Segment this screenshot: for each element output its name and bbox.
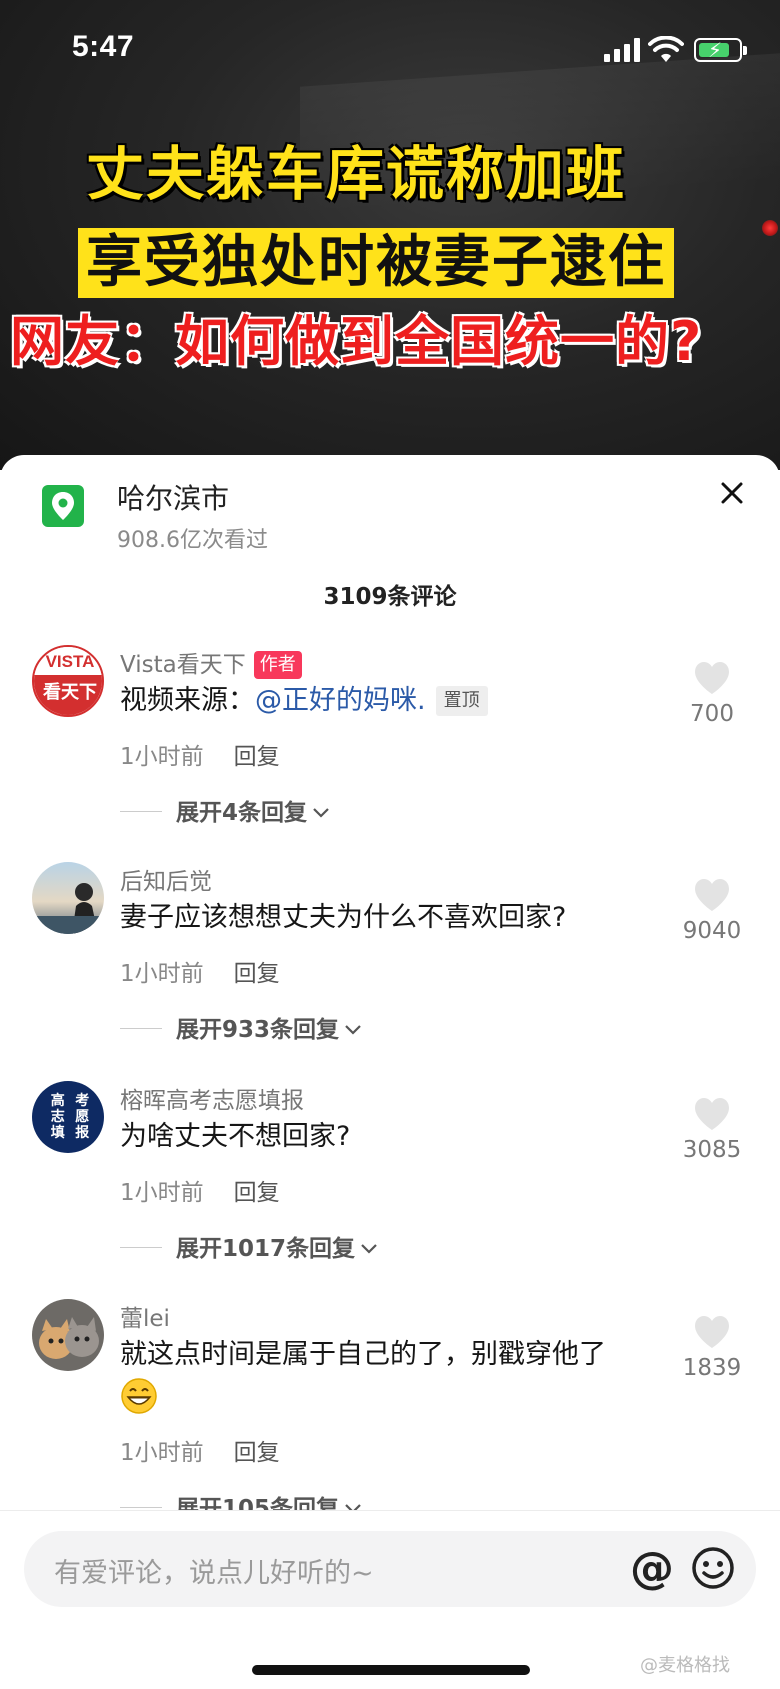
avatar-logo-bottom: 看天下: [34, 675, 102, 715]
avatar-char: 报: [75, 1125, 90, 1141]
avatar-cats-photo: [39, 1317, 99, 1359]
avatar-logo-top: VISTA: [34, 647, 102, 675]
avatar-char: 填: [50, 1125, 65, 1141]
location-name[interactable]: 哈尔滨市: [117, 477, 229, 517]
like-count: 3085: [682, 1137, 742, 1163]
reply-button[interactable]: 回复: [234, 744, 280, 770]
comment-input-bar: 有爱评论，说点儿好听的~ @ @麦格格找: [0, 1510, 780, 1689]
reply-button[interactable]: 回复: [234, 1440, 280, 1466]
wifi-icon: [648, 36, 684, 62]
smiley-icon[interactable]: [690, 1545, 736, 1591]
comment-time: 1小时前: [120, 961, 204, 987]
expand-label[interactable]: 展开1017条回复: [176, 1236, 355, 1262]
heart-icon: [695, 879, 729, 911]
username-text[interactable]: Vista看天下: [120, 652, 246, 678]
comment-time: 1小时前: [120, 744, 204, 770]
at-mention-icon[interactable]: @: [630, 1545, 674, 1593]
like-button[interactable]: 9040: [664, 878, 760, 944]
comment-meta: 1小时前 回复: [120, 737, 280, 771]
chevron-down-icon: [345, 1025, 361, 1035]
divider: [120, 811, 162, 812]
headline-line-3: 网友：如何做到全国统一的?: [10, 310, 703, 373]
comment-username[interactable]: Vista看天下 作者: [120, 645, 302, 679]
avatar-char: 志: [50, 1109, 65, 1125]
chevron-down-icon: [313, 808, 329, 818]
heart-icon: [695, 1316, 729, 1348]
reply-button[interactable]: 回复: [234, 1180, 280, 1206]
location-views: 908.6亿次看过: [117, 528, 268, 553]
like-count: 1839: [682, 1355, 742, 1381]
status-time: 5:47: [72, 30, 135, 63]
avatar[interactable]: 高 考 志 愿 填 报: [32, 1081, 104, 1153]
heart-icon: [695, 1098, 729, 1130]
mention-link[interactable]: @正好的妈咪.: [255, 685, 426, 716]
home-indicator[interactable]: [252, 1665, 530, 1675]
headline-line-1: 丈夫躲车库谎称加班: [86, 140, 627, 208]
like-button[interactable]: 700: [664, 661, 760, 727]
grinning-emoji-icon: [121, 1378, 157, 1414]
comment-text-prefix: 视频来源：: [120, 685, 255, 716]
expand-label[interactable]: 展开933条回复: [176, 1017, 339, 1043]
comment-username[interactable]: 榕晖高考志愿填报: [120, 1081, 304, 1115]
divider: [120, 1028, 162, 1029]
avatar-char: 考: [75, 1093, 90, 1109]
avatar[interactable]: [32, 1299, 104, 1371]
video-player[interactable]: 5:47 ⚡ 丈夫躲车库谎称加班 享受独处时被妻子逮住 网友：如何做到全国统一的…: [0, 0, 780, 470]
comment-input[interactable]: 有爱评论，说点儿好听的~ @: [24, 1531, 756, 1607]
like-count: 700: [690, 701, 734, 727]
divider: [120, 1247, 162, 1248]
comment-text-body: 就这点时间是属于自己的了，别戳穿他了: [120, 1339, 606, 1370]
expand-replies-button[interactable]: 展开1017条回复: [120, 1229, 379, 1263]
comment-text: 视频来源：@正好的妈咪. 置顶: [120, 681, 680, 721]
comment-time: 1小时前: [120, 1180, 204, 1206]
comment-meta: 1小时前 回复: [120, 1433, 280, 1467]
comment-text: 就这点时间是属于自己的了，别戳穿他了: [120, 1335, 680, 1421]
reply-button[interactable]: 回复: [234, 961, 280, 987]
input-placeholder[interactable]: 有爱评论，说点儿好听的~: [54, 1551, 374, 1590]
comment-meta: 1小时前 回复: [120, 1173, 280, 1207]
chevron-down-icon: [361, 1244, 377, 1254]
avatar-logo-text: 高 考 志 愿 填 报: [46, 1094, 94, 1141]
comment-username[interactable]: 蕾lei: [120, 1299, 170, 1333]
headline-line-2: 享受独处时被妻子逮住: [78, 228, 674, 298]
like-count: 9040: [682, 918, 742, 944]
pinned-badge: 置顶: [435, 686, 488, 716]
avatar-photo: [32, 883, 104, 934]
like-button[interactable]: 3085: [664, 1097, 760, 1163]
comment-text: 为啥丈夫不想回家?: [120, 1121, 351, 1152]
heart-icon: [695, 662, 729, 694]
expand-label[interactable]: 展开4条回复: [176, 800, 307, 826]
comment-meta: 1小时前 回复: [120, 954, 280, 988]
avatar[interactable]: VISTA 看天下: [32, 645, 104, 717]
close-icon[interactable]: [716, 477, 748, 509]
comment-time: 1小时前: [120, 1440, 204, 1466]
comment-sheet: 哈尔滨市 908.6亿次看过 3109条评论 VISTA 看天下 Vista看天…: [0, 455, 780, 1689]
location-pin-icon[interactable]: [42, 485, 84, 527]
comment-count: 3109条评论: [323, 584, 457, 610]
avatar-char: 高: [50, 1093, 65, 1109]
status-bar: 5:47 ⚡: [0, 0, 780, 100]
comment-text: 妻子应该想想丈夫为什么不喜欢回家?: [120, 902, 567, 933]
expand-replies-button[interactable]: 展开4条回复: [120, 793, 331, 827]
comment-username[interactable]: 后知后觉: [120, 862, 212, 896]
battery-icon: ⚡: [694, 38, 747, 62]
signal-icon: [604, 38, 640, 62]
author-badge: 作者: [253, 651, 302, 679]
like-button[interactable]: 1839: [664, 1315, 760, 1381]
avatar-char: 愿: [75, 1109, 90, 1125]
watermark: @麦格格找: [640, 1655, 730, 1676]
divider: [120, 1507, 162, 1508]
expand-replies-button[interactable]: 展开933条回复: [120, 1010, 363, 1044]
red-light: [762, 220, 778, 236]
avatar[interactable]: [32, 862, 104, 934]
